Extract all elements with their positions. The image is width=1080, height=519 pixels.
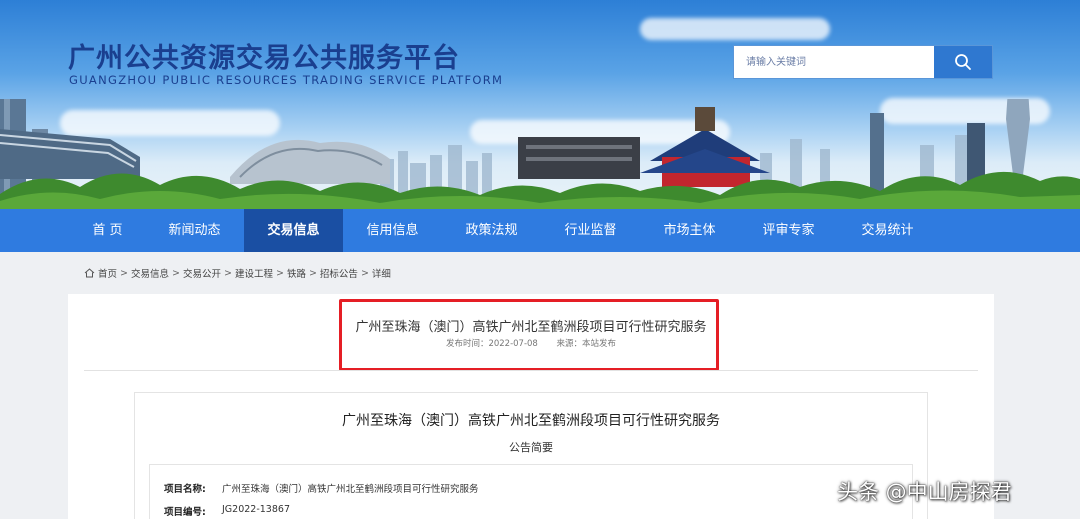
nav-market-entity[interactable]: 市场主体	[640, 209, 739, 252]
breadcrumb-detail: 详细	[371, 269, 391, 280]
nav-policy[interactable]: 政策法规	[442, 209, 541, 252]
search-icon	[955, 54, 971, 70]
home-icon	[84, 268, 95, 278]
watermark: 头条 @中山房探君	[837, 480, 1012, 504]
divider	[84, 370, 978, 371]
breadcrumb-trading-public[interactable]: 交易公开	[183, 266, 221, 280]
main-nav: 首 页 新闻动态 交易信息 信用信息 政策法规 行业监督 市场主体 评审专家 交…	[0, 209, 1080, 252]
project-number-label: 项目编号:	[164, 507, 206, 518]
project-number-value: JG2022-13867	[222, 504, 290, 515]
breadcrumb-trading-info[interactable]: 交易信息	[131, 266, 169, 280]
breadcrumb-home[interactable]: 首页	[98, 266, 117, 280]
breadcrumb-separator: >	[275, 267, 284, 279]
search-box	[733, 45, 993, 79]
site-subtitle: GUANGZHOU PUBLIC RESOURCES TRADING SERVI…	[69, 73, 504, 87]
nav-experts[interactable]: 评审专家	[739, 209, 838, 252]
search-button[interactable]	[934, 46, 992, 78]
search-input[interactable]	[734, 46, 936, 78]
document-title: 广州至珠海（澳门）高铁广州北至鹤洲段项目可行性研究服务	[342, 413, 720, 429]
nav-trading-info[interactable]: 交易信息	[244, 209, 343, 252]
cloud	[640, 18, 830, 40]
project-name-label: 项目名称:	[164, 484, 206, 495]
nav-home[interactable]: 首 页	[70, 209, 145, 252]
header-banner: 广州公共资源交易公共服务平台 GUANGZHOU PUBLIC RESOURCE…	[0, 0, 1080, 209]
nav-supervision[interactable]: 行业监督	[541, 209, 640, 252]
breadcrumb-railway[interactable]: 铁路	[287, 266, 306, 280]
breadcrumb-separator: >	[120, 267, 128, 279]
breadcrumb-separator: >	[308, 267, 317, 279]
breadcrumb-tender-notice[interactable]: 招标公告	[320, 266, 358, 280]
breadcrumb-construction[interactable]: 建设工程	[235, 266, 273, 280]
nav-credit-info[interactable]: 信用信息	[343, 209, 442, 252]
breadcrumb-separator: >	[172, 267, 180, 279]
nav-news[interactable]: 新闻动态	[145, 209, 244, 252]
project-name-value: 广州至珠海（澳门）高铁广州北至鹤洲段项目可行性研究服务	[222, 484, 479, 495]
breadcrumb: 首页 > 交易信息 > 交易公开 > 建设工程 > 铁路 > 招标公告 > 详细	[84, 266, 391, 280]
document-subtitle: 公告简要	[509, 441, 553, 454]
city-skyline-illustration	[0, 99, 1080, 209]
breadcrumb-separator: >	[223, 267, 232, 279]
highlight-annotation-box	[339, 299, 719, 371]
breadcrumb-separator: >	[360, 267, 369, 279]
nav-statistics[interactable]: 交易统计	[838, 209, 937, 252]
site-title: 广州公共资源交易公共服务平台	[68, 43, 460, 74]
